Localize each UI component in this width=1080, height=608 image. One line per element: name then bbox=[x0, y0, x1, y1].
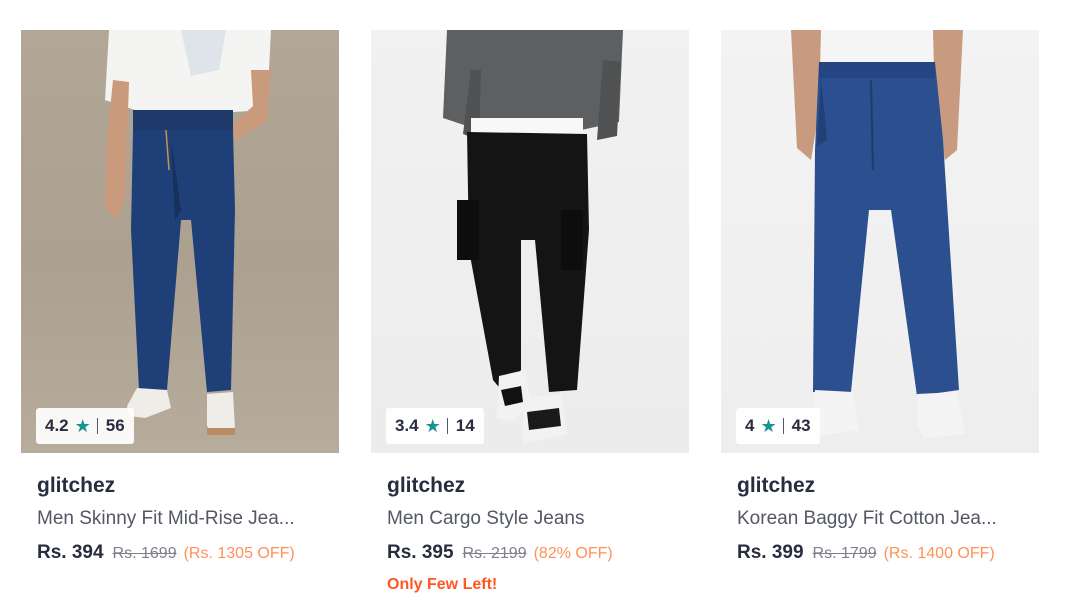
rating-count: 43 bbox=[791, 416, 811, 435]
product-discount: (Rs. 1400 OFF) bbox=[883, 545, 995, 562]
product-grid: 4.2 ★ 56 glitchez Men Skinny Fit Mid-Ris… bbox=[0, 0, 1080, 608]
rating-badge: 4 ★ 43 bbox=[736, 408, 820, 444]
product-brand: glitchez bbox=[37, 474, 116, 497]
product-info[interactable]: glitchez Men Skinny Fit Mid-Rise Jea... … bbox=[21, 473, 339, 564]
rating-value: 4.2 bbox=[45, 416, 69, 435]
product-discount: (82% OFF) bbox=[533, 545, 613, 562]
rating-divider bbox=[446, 418, 448, 434]
rating-value: 3.4 bbox=[395, 416, 419, 435]
product-name: Men Skinny Fit Mid-Rise Jea... bbox=[37, 508, 295, 529]
product-card[interactable]: 4.2 ★ 56 glitchez Men Skinny Fit Mid-Ris… bbox=[21, 30, 339, 564]
product-image[interactable]: 4 ★ 43 bbox=[721, 30, 1039, 453]
product-info[interactable]: glitchez Men Cargo Style Jeans Rs. 395 R… bbox=[371, 473, 689, 594]
product-price: Rs. 399 bbox=[737, 542, 804, 563]
price-row: Rs. 395 Rs. 2199 (82% OFF) bbox=[387, 542, 673, 564]
product-price: Rs. 395 bbox=[387, 542, 454, 563]
price-row: Rs. 394 Rs. 1699 (Rs. 1305 OFF) bbox=[37, 542, 323, 564]
rating-count: 14 bbox=[455, 416, 475, 435]
product-card[interactable]: 3.4 ★ 14 glitchez Men Cargo Style Jeans … bbox=[371, 30, 689, 594]
rating-count: 56 bbox=[105, 416, 125, 435]
rating-badge: 4.2 ★ 56 bbox=[36, 408, 134, 444]
product-image[interactable]: 3.4 ★ 14 bbox=[371, 30, 689, 453]
model-in-skinny-jeans-photo bbox=[105, 30, 271, 435]
price-row: Rs. 399 Rs. 1799 (Rs. 1400 OFF) bbox=[737, 542, 1023, 564]
product-info[interactable]: glitchez Korean Baggy Fit Cotton Jea... … bbox=[721, 473, 1039, 564]
rating-divider bbox=[96, 418, 98, 434]
product-name: Korean Baggy Fit Cotton Jea... bbox=[737, 508, 997, 529]
product-mrp: Rs. 1799 bbox=[812, 545, 877, 562]
product-brand: glitchez bbox=[387, 474, 466, 497]
product-mrp: Rs. 2199 bbox=[462, 545, 527, 562]
product-card[interactable]: 4 ★ 43 glitchez Korean Baggy Fit Cotton … bbox=[721, 30, 1039, 564]
product-image[interactable]: 4.2 ★ 56 bbox=[21, 30, 339, 453]
rating-divider bbox=[782, 418, 784, 434]
star-icon: ★ bbox=[424, 415, 441, 436]
product-name: Men Cargo Style Jeans bbox=[387, 508, 585, 529]
product-price: Rs. 394 bbox=[37, 542, 104, 563]
product-discount: (Rs. 1305 OFF) bbox=[183, 545, 295, 562]
star-icon: ★ bbox=[74, 415, 91, 436]
product-mrp: Rs. 1699 bbox=[112, 545, 177, 562]
model-in-cargo-pants-photo bbox=[443, 30, 623, 444]
stock-warning: Only Few Left! bbox=[387, 576, 498, 593]
rating-value: 4 bbox=[745, 416, 755, 435]
star-icon: ★ bbox=[760, 415, 777, 436]
product-brand: glitchez bbox=[737, 474, 816, 497]
rating-badge: 3.4 ★ 14 bbox=[386, 408, 484, 444]
model-in-baggy-jeans-photo bbox=[791, 30, 965, 438]
